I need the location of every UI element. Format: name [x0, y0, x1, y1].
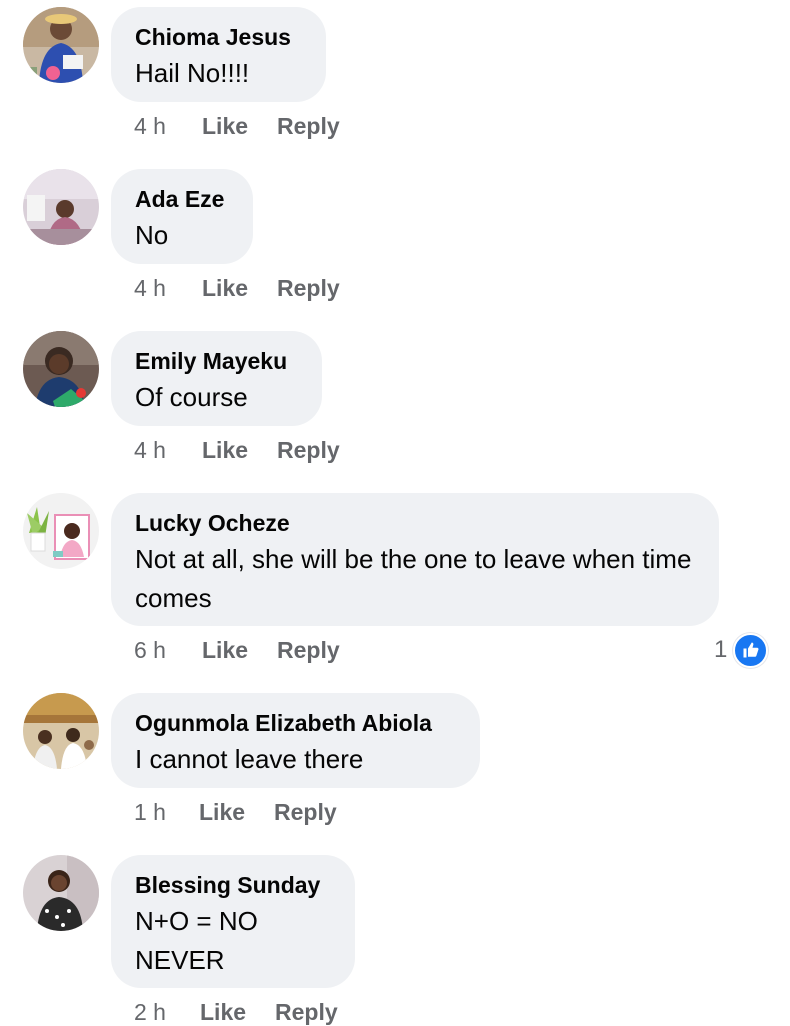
reply-button[interactable]: Reply: [277, 437, 340, 464]
comment-timestamp[interactable]: 4 h: [134, 275, 202, 302]
reply-button[interactable]: Reply: [274, 799, 337, 826]
like-button[interactable]: Like: [202, 437, 248, 464]
comment-text: No: [135, 220, 169, 250]
reply-button[interactable]: Reply: [277, 113, 340, 140]
comment-author[interactable]: Ogunmola Elizabeth Abiola: [135, 708, 456, 738]
comment-author[interactable]: Blessing Sunday: [135, 870, 331, 900]
comment-meta: 4 h Like Reply: [134, 275, 369, 302]
comment-timestamp[interactable]: 4 h: [134, 437, 202, 464]
reaction-count: 1: [714, 636, 728, 663]
comment-bubble: Chioma Jesus Hail No!!!!: [111, 7, 326, 102]
like-button[interactable]: Like: [199, 799, 245, 826]
comment-text: I cannot leave there: [135, 744, 364, 774]
comment-meta: 4 h Like Reply: [134, 113, 369, 140]
comment-bubble: Emily Mayeku Of course: [111, 331, 322, 426]
comment-meta: 1 h Like Reply: [134, 799, 366, 826]
comment-author[interactable]: Ada Eze: [135, 184, 229, 214]
comment-author[interactable]: Chioma Jesus: [135, 22, 302, 52]
comment-text: Not at all, she will be the one to leave…: [135, 544, 692, 613]
reply-button[interactable]: Reply: [277, 275, 340, 302]
avatar[interactable]: [23, 7, 99, 83]
comment-bubble: Lucky Ocheze Not at all, she will be the…: [111, 493, 719, 626]
avatar[interactable]: [23, 493, 99, 569]
reply-button[interactable]: Reply: [277, 637, 340, 664]
reaction-summary[interactable]: 1: [714, 632, 769, 668]
comment-bubble: Ogunmola Elizabeth Abiola I cannot leave…: [111, 693, 480, 788]
avatar[interactable]: [23, 331, 99, 407]
like-button[interactable]: Like: [200, 999, 246, 1026]
comment-bubble: Ada Eze No: [111, 169, 253, 264]
comment-author[interactable]: Emily Mayeku: [135, 346, 298, 376]
like-button[interactable]: Like: [202, 275, 248, 302]
comment-timestamp[interactable]: 1 h: [134, 799, 199, 826]
reply-button[interactable]: Reply: [275, 999, 338, 1026]
comment-timestamp[interactable]: 6 h: [134, 637, 202, 664]
comment-text: Hail No!!!!: [135, 58, 250, 88]
comment-text: Of course: [135, 382, 248, 412]
like-button[interactable]: Like: [202, 637, 248, 664]
avatar[interactable]: [23, 855, 99, 931]
thumbs-up-icon: [733, 632, 769, 668]
comment-timestamp[interactable]: 4 h: [134, 113, 202, 140]
comment-text: N+O = NO NEVER: [135, 906, 258, 975]
comment-author[interactable]: Lucky Ocheze: [135, 508, 695, 538]
avatar[interactable]: [23, 169, 99, 245]
comment-bubble: Blessing Sunday N+O = NO NEVER: [111, 855, 355, 988]
comment-meta: 6 h Like Reply: [134, 637, 369, 664]
comment-meta: 2 h Like Reply: [134, 999, 367, 1026]
avatar[interactable]: [23, 693, 99, 769]
comment-meta: 4 h Like Reply: [134, 437, 369, 464]
like-button[interactable]: Like: [202, 113, 248, 140]
comment-timestamp[interactable]: 2 h: [134, 999, 200, 1026]
